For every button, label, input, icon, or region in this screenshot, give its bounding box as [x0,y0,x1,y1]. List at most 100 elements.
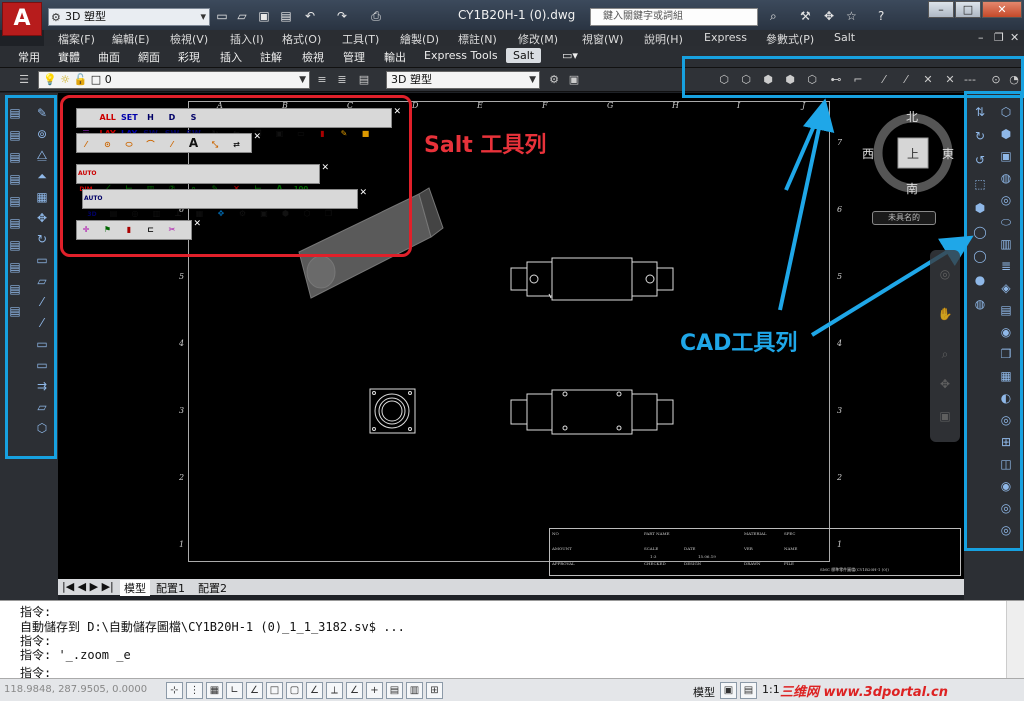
tab-render[interactable]: 彩現 [178,49,200,65]
tab-home[interactable]: 常用 [18,49,40,65]
menu-bar: 檔案(F) 編輯(E) 檢視(V) 插入(I) 格式(O) 工具(T) 繪製(D… [44,30,1024,46]
visual-style-dropdown[interactable]: 3D 塑型 ▼ [386,71,540,89]
title-block-cell: PART NAME [644,531,670,536]
menu-format[interactable]: 格式(O) [282,31,321,47]
command-history-line: 自動儲存到 D:\自動儲存圖檔\CY1B20H-1 (0)_1_1_3182.s… [20,620,405,634]
tab-model[interactable]: 模型 [120,580,150,596]
menu-parametric[interactable]: 參數式(P) [766,31,814,47]
zoom-icon[interactable]: ⌕ [937,346,953,362]
tab-salt[interactable]: Salt [506,48,542,63]
visual-style-manager-icon[interactable]: ▣ [566,72,582,88]
compass-south[interactable]: 南 [906,180,918,197]
layer-manager-icon[interactable]: ☰ [16,72,32,88]
lock-icon: 🔓 [73,73,88,86]
close-button[interactable]: ✕ [982,1,1022,18]
3d-osnap-button[interactable]: ▢ [286,682,303,699]
new-file-icon[interactable]: ▭ [214,8,230,24]
tab-layout2[interactable]: 配置2 [198,580,227,596]
menu-file[interactable]: 檔案(F) [58,31,95,47]
menu-window[interactable]: 視窗(W) [582,31,623,47]
tab-view[interactable]: 檢視 [302,49,324,65]
tab-layout1[interactable]: 配置1 [156,580,185,596]
star-icon[interactable]: ☆ [846,9,857,23]
sheet-row-label: 3 [837,406,843,415]
doc-minimize-icon[interactable]: – [978,31,984,44]
menu-modify[interactable]: 修改(M) [518,31,558,47]
compass-west[interactable]: 西 [862,145,874,162]
model-space-toggle[interactable]: 模型 [693,684,715,700]
menu-edit[interactable]: 編輯(E) [112,31,150,47]
menu-draw[interactable]: 繪製(D) [400,31,439,47]
menu-view[interactable]: 檢視(V) [170,31,208,47]
layout-view-button[interactable]: ▣ [720,682,737,699]
title-block-cell: DRAWN [744,561,761,566]
print-icon[interactable]: ⎙ [368,8,384,24]
ortho-button[interactable]: ∟ [226,682,243,699]
pan-hand-icon[interactable]: ✋ [937,306,953,322]
layer-state-icon[interactable]: ▤ [356,72,372,88]
osnap-button[interactable]: □ [266,682,283,699]
tab-solid[interactable]: 實體 [58,49,80,65]
ducs-button[interactable]: ⟂ [326,682,343,699]
quick-view-button[interactable]: ▤ [740,682,757,699]
workspace-dropdown[interactable]: ⚙ 3D 塑型 ▾ [48,8,210,26]
maximize-button[interactable]: □ [955,1,981,18]
orbit-icon[interactable]: ✥ [937,376,953,392]
make-current-layer-icon[interactable]: ≡ [314,72,330,88]
save-as-icon[interactable]: ▤ [278,8,294,24]
menu-dimension[interactable]: 標註(N) [458,31,497,47]
layout-nav-arrows[interactable]: |◀ ◀ ▶ ▶| [62,580,114,593]
menu-tools[interactable]: 工具(T) [342,31,379,47]
application-menu-button[interactable]: A [2,2,42,36]
viewcube-face-top[interactable]: 上 [907,145,919,162]
doc-close-icon[interactable]: ✕ [1010,31,1019,44]
polar-button[interactable]: ∠ [246,682,263,699]
tab-output[interactable]: 輸出 [384,49,406,65]
lineweight-button[interactable]: + [366,682,383,699]
otrack-button[interactable]: ∠ [306,682,323,699]
menu-express[interactable]: Express [704,31,747,44]
tab-manage[interactable]: 管理 [343,49,365,65]
tab-annotate[interactable]: 註解 [260,49,282,65]
status-bar: 118.9848, 287.9505, 0.0000 ⊹ ⋮ ▦ ∟ ∠ □ ▢… [0,678,1024,701]
menu-help[interactable]: 說明(H) [644,31,683,47]
help-icon[interactable]: ? [878,9,884,23]
wrench-icon[interactable]: ⚒ [800,9,811,23]
redo-icon[interactable]: ↷ [334,8,350,24]
viewcube-compass[interactable]: 北 南 東 西 上 [862,108,958,198]
compass-east[interactable]: 東 [942,145,954,162]
selection-cycling-button[interactable]: ⊞ [426,682,443,699]
sun-icon: ☼ [60,73,71,86]
title-block-cell: 1:3 [650,554,657,559]
showmotion-icon[interactable]: ▣ [937,408,953,424]
compass-north[interactable]: 北 [906,108,918,125]
steering-wheel-icon[interactable]: ◎ [937,266,953,282]
infer-constraints-button[interactable]: ⊹ [166,682,183,699]
tab-mesh[interactable]: 網面 [138,49,160,65]
annotation-scale[interactable]: 1:1 [762,683,780,696]
minimize-button[interactable]: – [928,1,954,18]
command-scrollbar[interactable] [1006,601,1024,679]
settings-icon[interactable]: ⚙ [546,72,562,88]
ucs-dropdown[interactable]: 未具名的 [872,211,936,225]
tab-insert[interactable]: 插入 [220,49,242,65]
tab-express-tools[interactable]: Express Tools [424,49,498,62]
search-input[interactable]: 鍵入關鍵字或詞組 [590,8,758,26]
doc-restore-icon[interactable]: ❐ [994,31,1004,44]
save-icon[interactable]: ▣ [256,8,272,24]
transparency-button[interactable]: ▤ [386,682,403,699]
menu-insert[interactable]: 插入(I) [230,31,264,47]
quick-properties-button[interactable]: ▥ [406,682,423,699]
previous-layer-icon[interactable]: ≣ [334,72,350,88]
undo-icon[interactable]: ↶ [302,8,318,24]
tab-surface[interactable]: 曲面 [98,49,120,65]
layer-dropdown[interactable]: 💡 ☼ 🔓 □ 0 ▼ [38,71,310,89]
exchange-icon[interactable]: ✥ [824,9,834,23]
tab-options-icon[interactable]: ▭▾ [562,49,578,62]
menu-salt[interactable]: Salt [834,31,855,44]
binoculars-icon[interactable]: ⌕ [770,9,777,24]
dyn-button[interactable]: ∠ [346,682,363,699]
grid-button[interactable]: ▦ [206,682,223,699]
snap-button[interactable]: ⋮ [186,682,203,699]
open-file-icon[interactable]: ▱ [234,8,250,24]
